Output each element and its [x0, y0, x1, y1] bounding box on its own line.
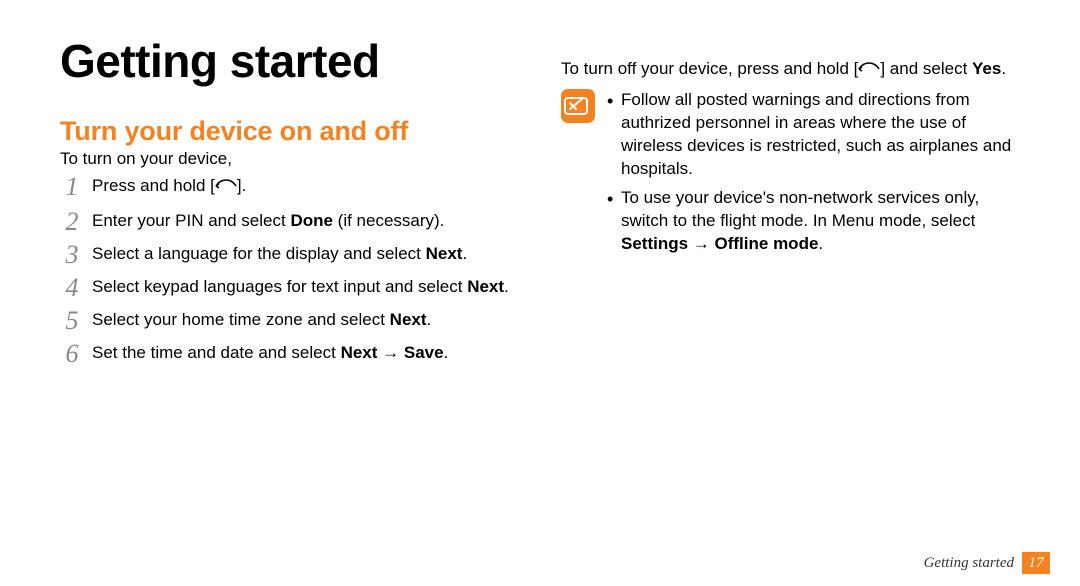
end-key-icon	[215, 177, 237, 200]
end-key-icon	[858, 60, 880, 83]
page-title: Getting started	[60, 34, 527, 88]
step-text: Select your home time zone and select	[92, 310, 390, 329]
step-text-end: .	[462, 244, 467, 263]
step-text: Enter your PIN and select	[92, 211, 290, 230]
bold-next: Next	[426, 244, 463, 263]
turn-off-text: To turn off your device, press and hold …	[561, 58, 1028, 83]
bold-offline-mode: Offline mode	[715, 234, 819, 253]
left-column: Getting started Turn your device on and …	[60, 34, 527, 375]
right-column: To turn off your device, press and hold …	[561, 34, 1028, 375]
arrow-icon: →	[688, 234, 714, 253]
step-text: Set the time and date and select	[92, 343, 341, 362]
bold-save: Save	[404, 343, 444, 362]
bold-next: Next	[341, 343, 378, 362]
turnoff-post: ] and select	[880, 59, 972, 78]
footer-section: Getting started	[924, 555, 1014, 572]
bold-done: Done	[290, 211, 333, 230]
arrow-icon: →	[377, 343, 403, 362]
page-footer: Getting started 17	[924, 552, 1050, 574]
note-list: Follow all posted warnings and direction…	[605, 89, 1028, 262]
step-text-end: .	[504, 277, 509, 296]
intro-text: To turn on your device,	[60, 149, 527, 169]
step-4: Select keypad languages for text input a…	[60, 276, 527, 299]
page-number: 17	[1022, 552, 1050, 574]
step-text: Select keypad languages for text input a…	[92, 277, 467, 296]
bold-yes: Yes	[972, 59, 1001, 78]
manual-page: Getting started Turn your device on and …	[0, 0, 1080, 586]
step-3: Select a language for the display and se…	[60, 243, 527, 266]
note2-a: To use your device's non-network service…	[621, 188, 979, 230]
bold-next: Next	[390, 310, 427, 329]
step-text-end: (if necessary).	[333, 211, 444, 230]
step-text-end: .	[427, 310, 432, 329]
bold-settings: Settings	[621, 234, 688, 253]
step-6: Set the time and date and select Next → …	[60, 342, 527, 365]
note-item-2: To use your device's non-network service…	[605, 187, 1028, 256]
turnoff-end: .	[1001, 59, 1006, 78]
step-1: Press and hold [].	[60, 175, 527, 200]
turnoff-pre: To turn off your device, press and hold …	[561, 59, 858, 78]
step-text: Press and hold [	[92, 176, 215, 195]
note-box: Follow all posted warnings and direction…	[561, 89, 1028, 262]
section-title: Turn your device on and off	[60, 116, 527, 147]
note2-d: .	[818, 234, 823, 253]
step-text-end: .	[444, 343, 449, 362]
step-text-end: ].	[237, 176, 246, 195]
turn-on-steps: Press and hold []. Enter your PIN and se…	[60, 175, 527, 365]
bold-next: Next	[467, 277, 504, 296]
note-item-1: Follow all posted warnings and direction…	[605, 89, 1028, 181]
step-5: Select your home time zone and select Ne…	[60, 309, 527, 332]
step-text: Select a language for the display and se…	[92, 244, 426, 263]
note-icon	[561, 89, 595, 123]
step-2: Enter your PIN and select Done (if neces…	[60, 210, 527, 233]
two-column-layout: Getting started Turn your device on and …	[60, 34, 1028, 375]
